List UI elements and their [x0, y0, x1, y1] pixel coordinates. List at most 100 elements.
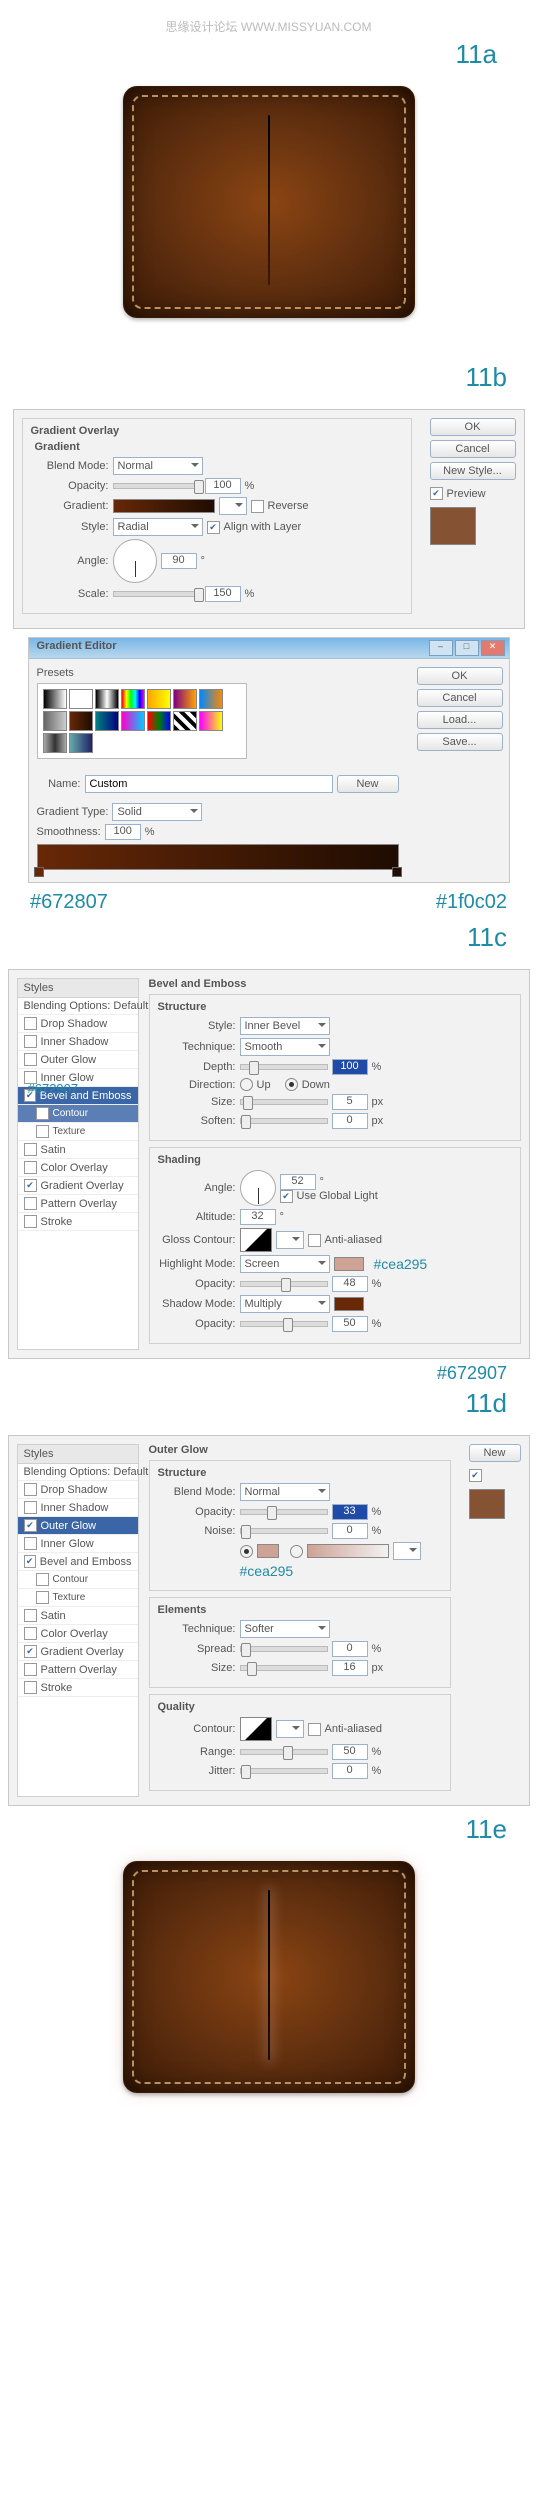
- og-range-input[interactable]: 50: [332, 1744, 368, 1760]
- opacity-slider[interactable]: [113, 483, 201, 489]
- style-drop-shadow[interactable]: Drop Shadow: [18, 1015, 138, 1033]
- og-contour[interactable]: [240, 1717, 272, 1741]
- bevel-style-select[interactable]: Inner Bevel: [240, 1017, 330, 1035]
- style-contour[interactable]: Contour: [18, 1105, 138, 1123]
- preview-checkbox-2[interactable]: ✔: [469, 1469, 482, 1482]
- hi-mode-select[interactable]: Screen: [240, 1255, 330, 1273]
- load-button[interactable]: Load...: [417, 711, 503, 729]
- og-blend-select[interactable]: Normal: [240, 1483, 330, 1501]
- depth-input[interactable]: 100: [332, 1059, 368, 1075]
- og-spread-input[interactable]: 0: [332, 1641, 368, 1657]
- angle-dial-2[interactable]: [240, 1170, 276, 1206]
- name-input[interactable]: [85, 775, 333, 793]
- s2-contour[interactable]: Contour: [18, 1571, 138, 1589]
- style-pattern-overlay[interactable]: Pattern Overlay: [18, 1195, 138, 1213]
- og-jitter-slider[interactable]: [240, 1768, 328, 1774]
- hi-color-swatch[interactable]: [334, 1257, 364, 1271]
- size-slider[interactable]: [240, 1099, 328, 1105]
- reverse-checkbox[interactable]: [251, 500, 264, 513]
- s2-satin[interactable]: Satin: [18, 1607, 138, 1625]
- s2-inner-shadow[interactable]: Inner Shadow: [18, 1499, 138, 1517]
- new-preset-button[interactable]: New: [337, 775, 399, 793]
- depth-slider[interactable]: [240, 1064, 328, 1070]
- smooth-input[interactable]: 100: [105, 824, 141, 840]
- new-style-button[interactable]: New Style...: [430, 462, 516, 480]
- aa-checkbox[interactable]: [308, 1234, 321, 1247]
- new-button-og[interactable]: New: [469, 1444, 521, 1462]
- dir-up-radio[interactable]: [240, 1078, 253, 1091]
- ok-button-2[interactable]: OK: [417, 667, 503, 685]
- s2-inner-glow[interactable]: Inner Glow: [18, 1535, 138, 1553]
- og-range-slider[interactable]: [240, 1749, 328, 1755]
- angle-dial[interactable]: [113, 539, 157, 583]
- gradient-stop-left[interactable]: [34, 867, 44, 877]
- sh-op-slider[interactable]: [240, 1321, 328, 1327]
- og-jitter-input[interactable]: 0: [332, 1763, 368, 1779]
- style-inner-shadow[interactable]: Inner Shadow: [18, 1033, 138, 1051]
- og-color-swatch[interactable]: [257, 1544, 279, 1558]
- s2-grad-ov[interactable]: ✔Gradient Overlay: [18, 1643, 138, 1661]
- og-noise-slider[interactable]: [240, 1528, 328, 1534]
- angle-input[interactable]: 90: [161, 553, 197, 569]
- opacity-input[interactable]: 100: [205, 478, 241, 494]
- cancel-button-2[interactable]: Cancel: [417, 689, 503, 707]
- sh-color-swatch[interactable]: [334, 1297, 364, 1311]
- og-op-slider[interactable]: [240, 1509, 328, 1515]
- sh-angle-input[interactable]: 52: [280, 1174, 316, 1190]
- hi-op-input[interactable]: 48: [332, 1276, 368, 1292]
- s2-bevel[interactable]: ✔Bevel and Emboss: [18, 1553, 138, 1571]
- altitude-input[interactable]: 32: [240, 1209, 276, 1225]
- sh-mode-select[interactable]: Multiply: [240, 1295, 330, 1313]
- og-size-input[interactable]: 16: [332, 1660, 368, 1676]
- og-grad-radio[interactable]: [290, 1545, 303, 1558]
- gradient-swatch[interactable]: [113, 499, 215, 513]
- style-color-overlay[interactable]: Color Overlay: [18, 1159, 138, 1177]
- s2-color-ov[interactable]: Color Overlay: [18, 1625, 138, 1643]
- scale-input[interactable]: 150: [205, 586, 241, 602]
- gloss-arrow[interactable]: [276, 1231, 304, 1249]
- style-satin[interactable]: Satin: [18, 1141, 138, 1159]
- maximize-icon[interactable]: □: [455, 640, 479, 656]
- style-select[interactable]: Radial: [113, 518, 203, 536]
- style-gradient-overlay[interactable]: ✔Gradient Overlay: [18, 1177, 138, 1195]
- blending-default[interactable]: Blending Options: Default: [18, 998, 138, 1015]
- og-grad-swatch[interactable]: [307, 1544, 389, 1558]
- close-icon[interactable]: ✕: [481, 640, 505, 656]
- presets-grid[interactable]: [37, 683, 247, 759]
- s2-stroke[interactable]: Stroke: [18, 1679, 138, 1697]
- og-contour-arrow[interactable]: [276, 1720, 304, 1738]
- align-checkbox[interactable]: ✔: [207, 521, 220, 534]
- save-button[interactable]: Save...: [417, 733, 503, 751]
- s2-pattern[interactable]: Pattern Overlay: [18, 1661, 138, 1679]
- dir-down-radio[interactable]: [285, 1078, 298, 1091]
- type-select[interactable]: Solid: [112, 803, 202, 821]
- og-tech-select[interactable]: Softer: [240, 1620, 330, 1638]
- s2-drop[interactable]: Drop Shadow: [18, 1481, 138, 1499]
- hi-op-slider[interactable]: [240, 1281, 328, 1287]
- sh-op-input[interactable]: 50: [332, 1316, 368, 1332]
- scale-slider[interactable]: [113, 591, 201, 597]
- minimize-icon[interactable]: –: [429, 640, 453, 656]
- og-color-radio[interactable]: [240, 1545, 253, 1558]
- og-size-slider[interactable]: [240, 1665, 328, 1671]
- s2-outer-glow[interactable]: ✔Outer Glow: [18, 1517, 138, 1535]
- og-spread-slider[interactable]: [240, 1646, 328, 1652]
- blending-default-2[interactable]: Blending Options: Default: [18, 1464, 138, 1481]
- preview-checkbox[interactable]: ✔: [430, 487, 443, 500]
- blend-mode-select[interactable]: Normal: [113, 457, 203, 475]
- style-outer-glow[interactable]: Outer Glow: [18, 1051, 138, 1069]
- soften-slider[interactable]: [240, 1118, 328, 1124]
- og-aa-check[interactable]: [308, 1723, 321, 1736]
- og-grad-arrow[interactable]: [393, 1542, 421, 1560]
- cancel-button[interactable]: Cancel: [430, 440, 516, 458]
- style-texture[interactable]: Texture: [18, 1123, 138, 1141]
- gradient-arrow[interactable]: [219, 497, 247, 515]
- soften-input[interactable]: 0: [332, 1113, 368, 1129]
- ok-button[interactable]: OK: [430, 418, 516, 436]
- bevel-tech-select[interactable]: Smooth: [240, 1038, 330, 1056]
- gradient-stop-right[interactable]: [392, 867, 402, 877]
- style-stroke[interactable]: Stroke: [18, 1213, 138, 1231]
- gradient-bar[interactable]: [37, 844, 399, 870]
- global-light-checkbox[interactable]: ✔: [280, 1190, 293, 1203]
- gloss-contour[interactable]: [240, 1228, 272, 1252]
